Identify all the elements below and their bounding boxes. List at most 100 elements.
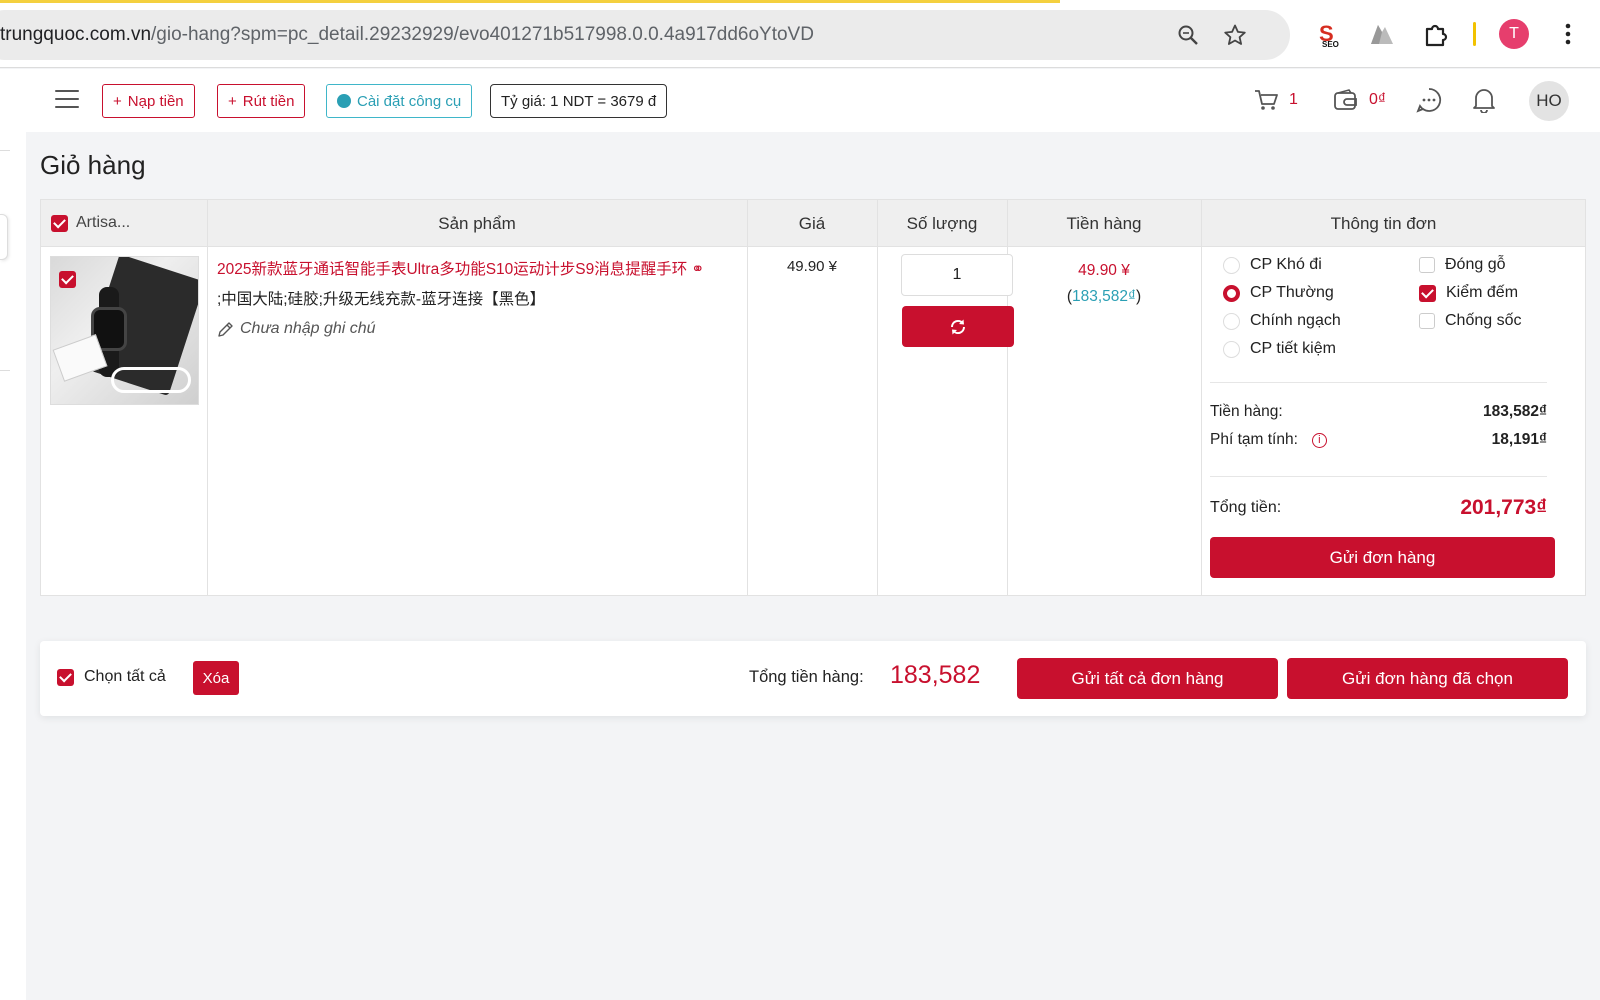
checkbox-checked[interactable]	[1419, 284, 1436, 302]
sidebar-toggle-tab[interactable]	[0, 214, 8, 260]
divider	[0, 150, 10, 151]
send-all-orders-button[interactable]: Gửi tất cả đơn hàng	[1017, 658, 1278, 699]
link-icon[interactable]: ⚭	[691, 261, 704, 278]
shipping-option-chinh-ngach[interactable]: Chính ngạch	[1223, 312, 1341, 330]
summary-fee-value: 18,191₫	[1491, 431, 1547, 448]
url-text[interactable]: trungquoc.com.vn/gio-hang?spm=pc_detail.…	[0, 10, 814, 60]
checkbox[interactable]	[1419, 313, 1435, 329]
nap-tien-button[interactable]: + Nạp tiền	[102, 84, 195, 118]
chrome-icon	[337, 94, 351, 108]
cai-dat-cong-cu-button[interactable]: Cài đặt công cụ	[326, 84, 473, 118]
svg-text:SEO: SEO	[1322, 40, 1339, 49]
toolbar-divider	[1473, 22, 1476, 46]
quantity-input[interactable]	[901, 254, 1013, 296]
select-all-label: Chọn tất cả	[84, 668, 166, 685]
extension-icon[interactable]	[1365, 17, 1399, 51]
select-all[interactable]: Chọn tất cả	[57, 668, 166, 686]
summary-fee: Phí tạm tính: i 18,191₫	[1210, 431, 1547, 449]
summary-goods: Tiền hàng: 183,582₫	[1210, 403, 1547, 421]
cart-table: Artisa... Sản phẩm Giá Số lượng Tiền hàn…	[40, 199, 1586, 596]
bell-icon[interactable]	[1472, 85, 1506, 115]
info-icon[interactable]: i	[1311, 432, 1327, 448]
radio[interactable]	[1223, 312, 1240, 330]
product-image[interactable]	[50, 256, 199, 405]
col-order-info: Thông tin đơn	[1330, 214, 1437, 233]
refresh-icon	[950, 319, 966, 334]
summary-goods-value: 183,582₫	[1483, 403, 1547, 420]
app-header: + Nạp tiền + Rút tiền Cài đặt công cụ Tỷ g…	[0, 69, 1600, 132]
cart-button[interactable]: 1	[1253, 85, 1298, 115]
divider	[1210, 476, 1547, 477]
profile-button[interactable]: T	[1497, 17, 1531, 51]
amount-vnd-wrap: (183,582₫)	[1066, 288, 1142, 305]
summary-goods-label: Tiền hàng:	[1210, 403, 1283, 420]
item-checkbox[interactable]	[59, 271, 76, 288]
col-product: Sản phẩm	[438, 214, 516, 233]
checkbox[interactable]	[1419, 257, 1435, 273]
page-load-progress	[0, 0, 1060, 3]
radio[interactable]	[1223, 256, 1240, 274]
nap-tien-label: Nạp tiền	[127, 92, 184, 110]
chat-icon[interactable]	[1416, 85, 1452, 115]
pencil-icon	[218, 321, 233, 337]
service-option-dong-go[interactable]: Đóng gỗ	[1419, 256, 1506, 274]
item-amount: 49.90 ¥ (183,582₫)	[1007, 258, 1201, 310]
radio-selected[interactable]	[1223, 284, 1240, 302]
summary-total: Tổng tiền: 201,773₫	[1210, 496, 1547, 520]
url-domain: trungquoc.com.vn	[0, 24, 152, 45]
service-option-label: Chống sốc	[1445, 312, 1522, 329]
puzzle-icon[interactable]	[1419, 17, 1453, 51]
service-option-label: Kiểm đếm	[1446, 284, 1519, 301]
summary-total-label: Tổng tiền:	[1210, 499, 1282, 516]
delete-button[interactable]: Xóa	[193, 661, 239, 695]
shop-name[interactable]: Artisa...	[76, 214, 130, 232]
divider	[0, 370, 10, 371]
rut-tien-label: Rút tiền	[242, 92, 295, 110]
product-title-link[interactable]: 2025新款蓝牙通话智能手表Ultra多功能S10运动计步S9消息提醒手环 ⚭ ;…	[217, 255, 742, 315]
col-amount: Tiền hàng	[1066, 214, 1142, 233]
amount-vnd: 183,582₫	[1072, 288, 1136, 305]
cai-dat-label: Cài đặt công cụ	[357, 92, 462, 110]
shipping-option-label: CP Khó đi	[1250, 256, 1322, 273]
col-divider	[877, 200, 878, 595]
shipping-option-tiet-kiem[interactable]: CP tiết kiệm	[1223, 340, 1336, 358]
shipping-option-thuong[interactable]: CP Thường	[1223, 284, 1334, 302]
browser-toolbar: trungquoc.com.vn/gio-hang?spm=pc_detail.…	[0, 0, 1600, 68]
select-all-checkbox[interactable]	[57, 668, 74, 686]
send-order-button[interactable]: Gửi đơn hàng	[1210, 537, 1555, 578]
rut-tien-button[interactable]: + Rút tiền	[217, 84, 306, 118]
url-path: /gio-hang?spm=pc_detail.29232929/evo4012…	[151, 24, 814, 45]
cart-count: 1	[1289, 91, 1298, 108]
star-icon[interactable]	[1220, 20, 1250, 50]
wallet-button[interactable]: 0₫	[1333, 85, 1386, 115]
shipping-option-kho-di[interactable]: CP Khó đi	[1223, 256, 1322, 274]
shipping-option-label: CP Thường	[1250, 284, 1334, 301]
page-title: Giỏ hàng	[40, 150, 146, 180]
shop-checkbox[interactable]	[51, 214, 68, 232]
col-price: Giá	[798, 214, 826, 233]
shipping-option-label: Chính ngạch	[1250, 312, 1341, 329]
menu-dots-icon[interactable]	[1551, 17, 1585, 51]
profile-initial: T	[1499, 19, 1529, 49]
shop-header: Artisa...	[51, 214, 130, 232]
exchange-rate-badge: Tỷ giá: 1 NDT = 3679 đ	[490, 84, 668, 118]
address-bar[interactable]: trungquoc.com.vn/gio-hang?spm=pc_detail.…	[0, 10, 1290, 60]
service-option-chong-soc[interactable]: Chống sốc	[1419, 312, 1522, 330]
col-quantity: Số lượng	[906, 214, 978, 233]
hamburger-menu-icon[interactable]	[55, 90, 79, 110]
send-selected-orders-button[interactable]: Gửi đơn hàng đã chọn	[1287, 658, 1568, 699]
plus-icon: +	[228, 92, 237, 110]
cart-footer: Chọn tất cả Xóa Tổng tiền hàng: 183,582 …	[40, 641, 1586, 716]
seo-extension-icon[interactable]: S SEO	[1312, 17, 1346, 51]
amount-cny: 49.90 ¥	[1078, 262, 1130, 279]
summary-total-value: 201,773₫	[1460, 496, 1547, 519]
user-avatar[interactable]: HO	[1529, 81, 1569, 121]
wallet-icon	[1334, 89, 1357, 110]
zoom-icon[interactable]	[1173, 20, 1203, 50]
product-title[interactable]: 2025新款蓝牙通话智能手表Ultra多功能S10运动计步S9消息提醒手环	[217, 261, 687, 278]
radio[interactable]	[1223, 340, 1240, 358]
service-option-kiem-dem[interactable]: Kiểm đếm	[1419, 284, 1518, 302]
note-button[interactable]: Chưa nhập ghi chú	[217, 320, 376, 338]
update-quantity-button[interactable]	[902, 306, 1014, 347]
footer-total-value: 183,582	[890, 661, 981, 689]
